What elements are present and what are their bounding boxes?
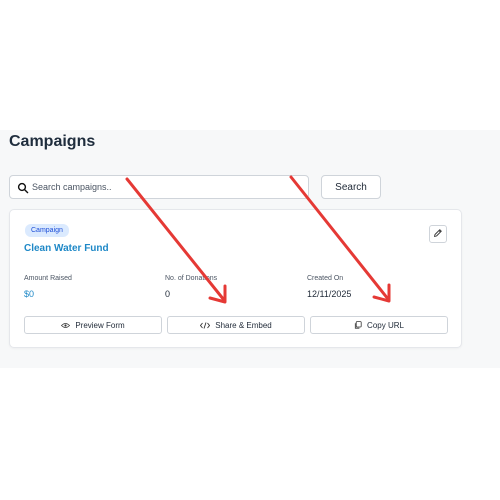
- search-button[interactable]: Search: [321, 175, 381, 199]
- share-embed-button[interactable]: Share & Embed: [167, 316, 305, 334]
- campaign-card: Campaign Clean Water Fund Amount Raised …: [9, 209, 462, 348]
- stat-value-amount-raised: $0: [24, 289, 35, 299]
- stat-label-created-on: Created On: [307, 275, 344, 282]
- stat-value-donations: 0: [165, 289, 171, 299]
- campaign-badge: Campaign: [25, 224, 69, 237]
- preview-form-label: Preview Form: [75, 320, 125, 330]
- share-embed-label: Share & Embed: [215, 320, 272, 330]
- pencil-icon: [433, 225, 443, 243]
- copy-url-button[interactable]: Copy URL: [310, 316, 448, 334]
- code-icon: [200, 321, 211, 329]
- search-box[interactable]: [9, 175, 309, 199]
- stat-label-amount-raised: Amount Raised: [24, 275, 72, 282]
- search-icon: [17, 181, 29, 194]
- stat-label-donations: No. of Donations: [165, 275, 218, 282]
- search-input[interactable]: [32, 178, 302, 196]
- campaign-name[interactable]: Clean Water Fund: [24, 243, 109, 254]
- edit-campaign-button[interactable]: [429, 225, 447, 243]
- copy-url-label: Copy URL: [367, 320, 404, 330]
- preview-form-button[interactable]: Preview Form: [24, 316, 162, 334]
- copy-icon: [354, 321, 362, 329]
- stat-value-created-on: 12/11/2025: [307, 289, 352, 299]
- eye-icon: [61, 322, 71, 329]
- page-title: Campaigns: [9, 133, 96, 150]
